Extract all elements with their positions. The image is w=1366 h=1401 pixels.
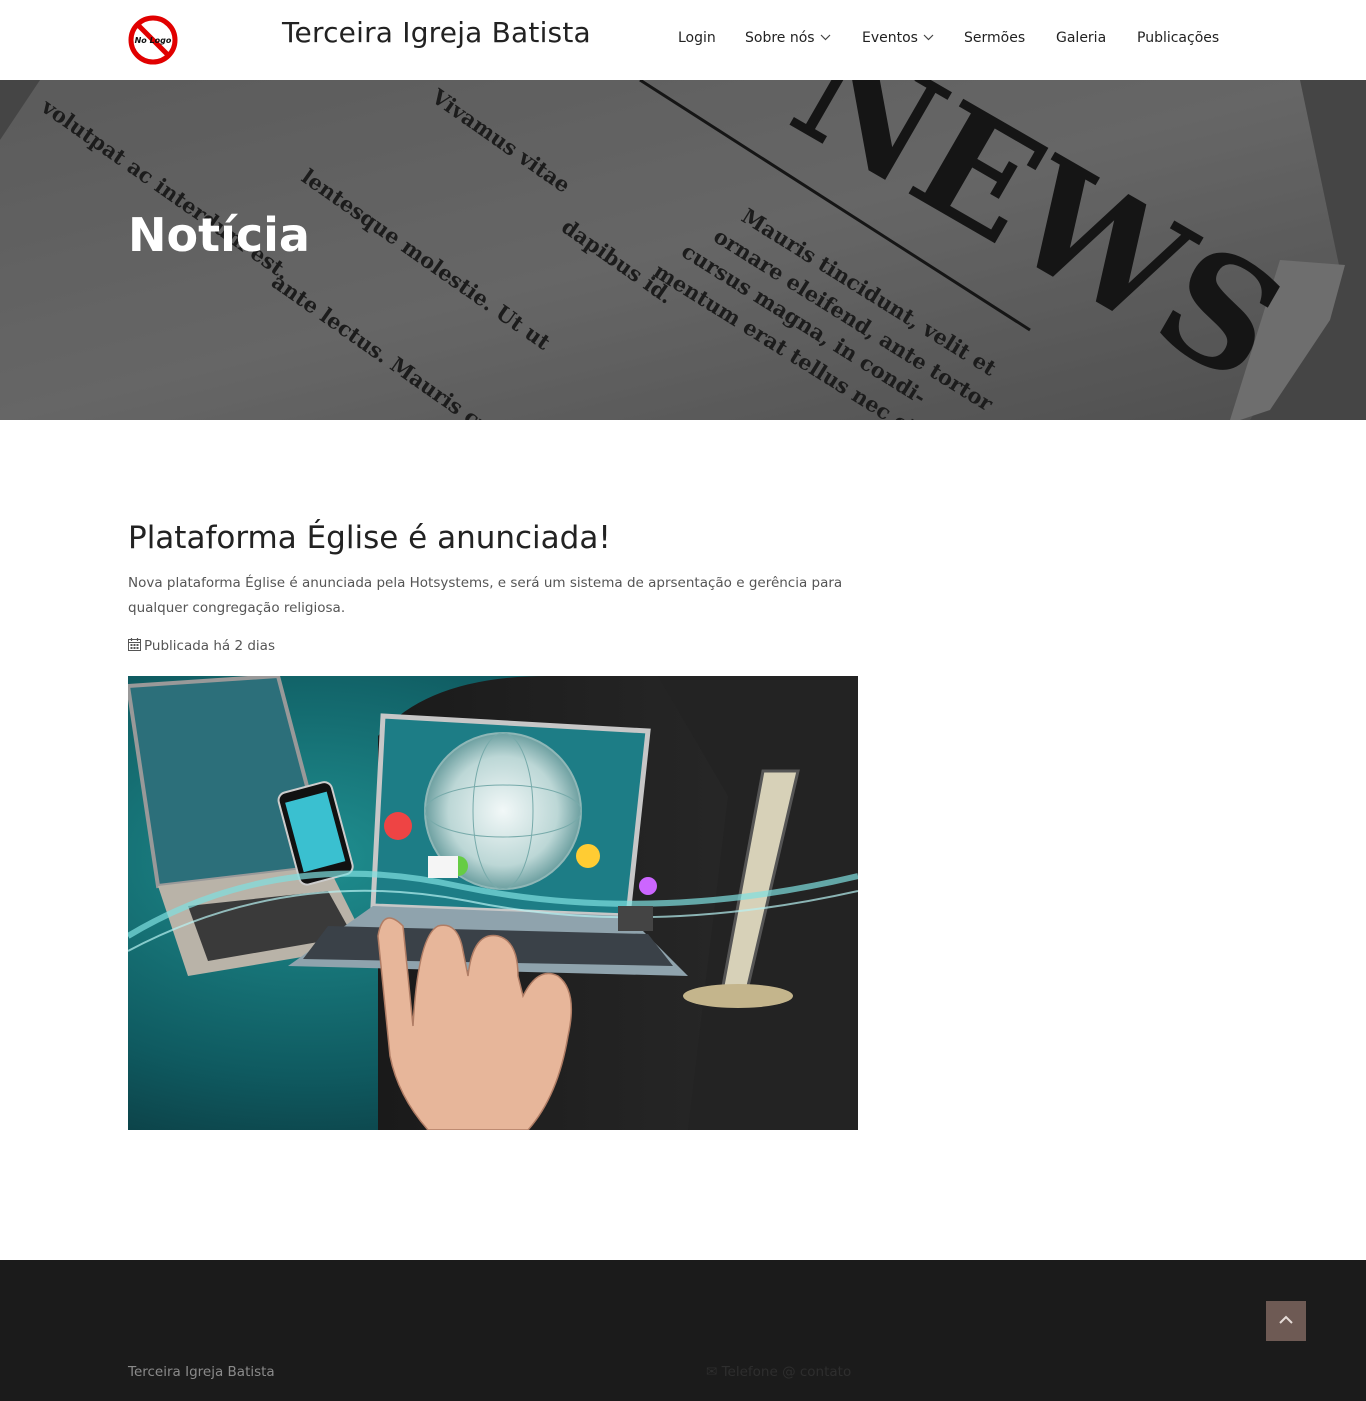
nav-sobre-nos-label: Sobre nós: [745, 30, 815, 46]
back-to-top-button[interactable]: [1266, 1301, 1306, 1341]
nav-eventos-label: Eventos: [862, 30, 918, 46]
nav-galeria-label: Galeria: [1056, 30, 1107, 46]
main-nav: Login Sobre nós Eventos Sermões Galeria …: [0, 30, 1366, 52]
site-footer: Terceira Igreja Batista ✉ Telefone @ con…: [0, 1260, 1366, 1401]
nav-sermoes-label: Sermões: [964, 30, 1026, 46]
footer-contact[interactable]: ✉ Telefone @ contato: [706, 1364, 851, 1380]
page-title: Notícia: [128, 208, 310, 262]
nav-login-label: Login: [678, 30, 716, 46]
nav-galeria[interactable]: Galeria: [1056, 30, 1106, 46]
nav-eventos[interactable]: Eventos: [862, 30, 934, 46]
page-hero: NEWS Mauris tincidunt, velit et ornare e…: [0, 80, 1366, 420]
chevron-down-icon: [820, 34, 831, 41]
chevron-down-icon: [923, 34, 934, 41]
nav-sobre-nos[interactable]: Sobre nós: [745, 30, 831, 46]
calendar-icon: [128, 638, 141, 651]
article-date-text: Publicada há 2 dias: [144, 638, 275, 654]
article-title: Plataforma Église é anunciada!: [128, 520, 611, 556]
article-summary: Nova plataforma Église é anunciada pela …: [128, 575, 843, 616]
nav-publicacoes[interactable]: Publicações: [1137, 30, 1219, 46]
chevron-up-icon: [1279, 1315, 1293, 1324]
article-image: [128, 676, 858, 1130]
site-header: No Logo Terceira Igreja Batista Login So…: [0, 0, 1366, 80]
article-date: Publicada há 2 dias: [128, 638, 275, 654]
nav-sermoes[interactable]: Sermões: [964, 30, 1025, 46]
nav-publicacoes-label: Publicações: [1137, 30, 1220, 46]
footer-site-name: Terceira Igreja Batista: [128, 1364, 275, 1380]
technology-hand-devices-image: [128, 676, 858, 1130]
nav-login[interactable]: Login: [678, 30, 716, 46]
